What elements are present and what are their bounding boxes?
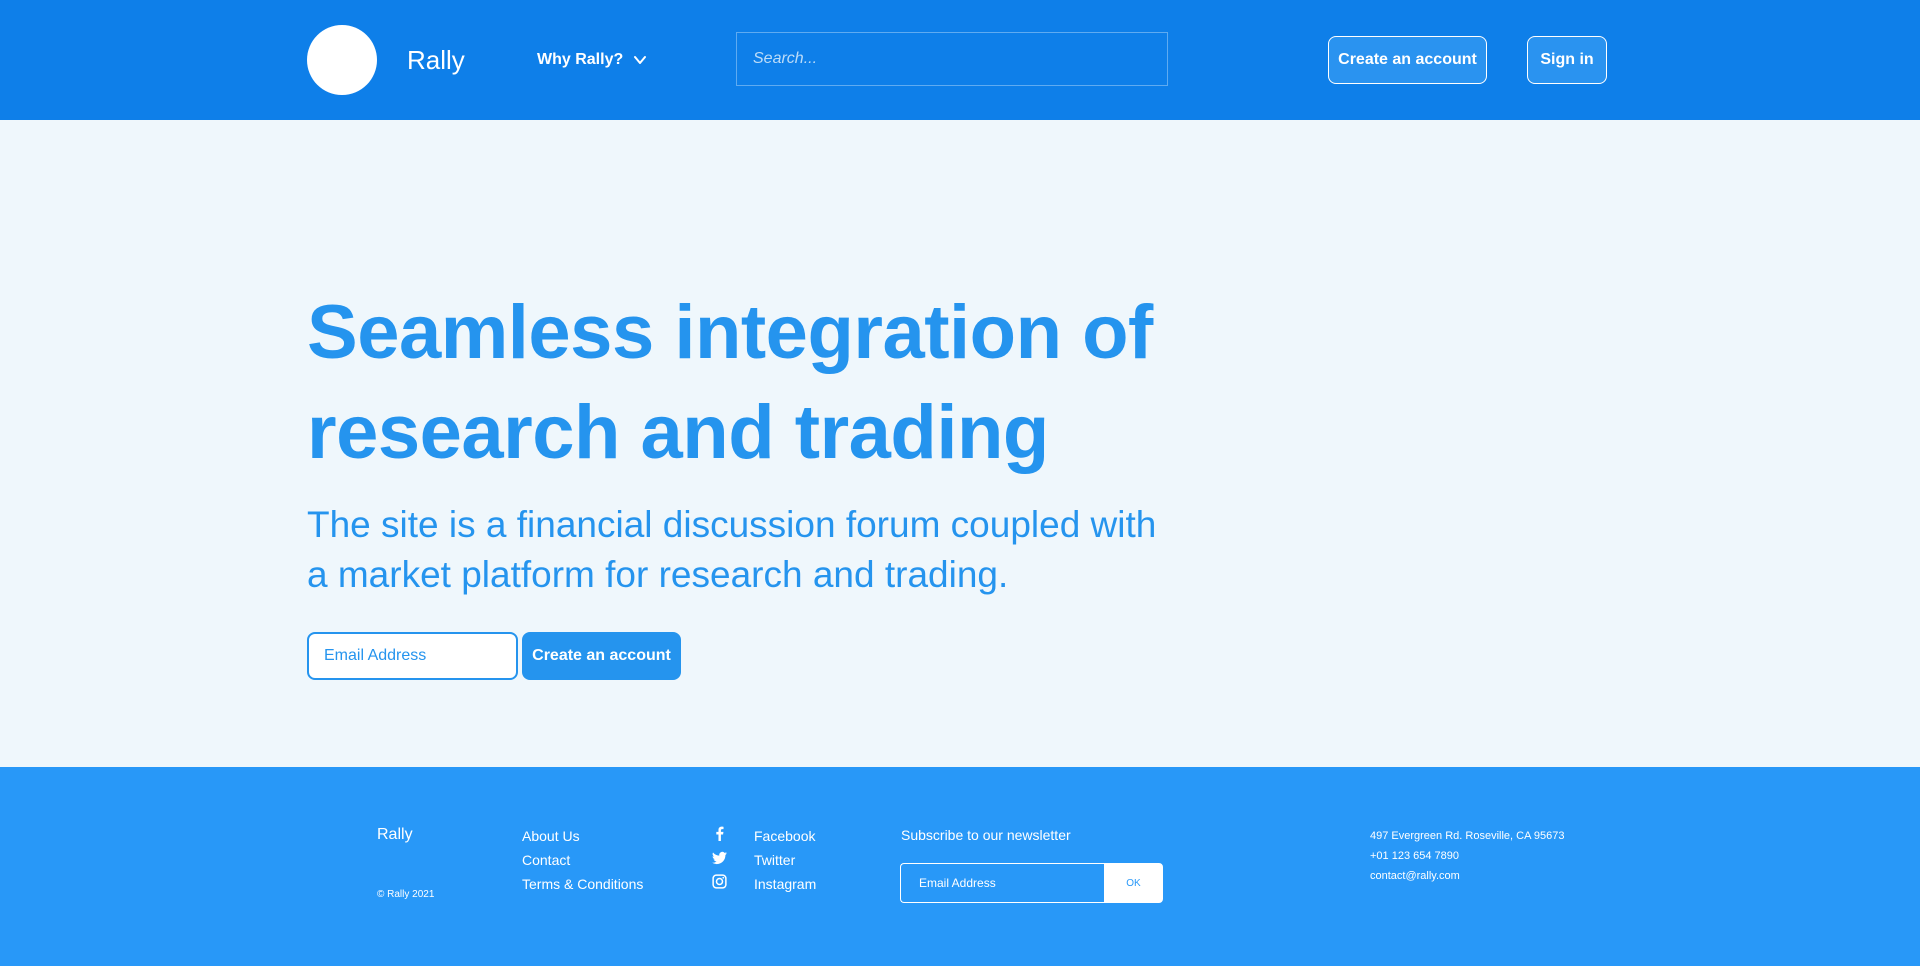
footer-copyright: © Rally 2021 (377, 889, 435, 900)
hero-subtitle: The site is a financial discussion forum… (307, 500, 1207, 600)
newsletter-ok-button[interactable]: OK (1104, 863, 1163, 903)
chevron-down-icon (634, 56, 647, 64)
sign-in-button[interactable]: Sign in (1527, 36, 1607, 84)
search-input[interactable] (736, 32, 1168, 86)
social-link-instagram[interactable]: Instagram (712, 872, 816, 896)
footer-contact: 497 Evergreen Rd. Roseville, CA 95673 +0… (1370, 826, 1564, 886)
newsletter-email-input[interactable] (900, 863, 1104, 903)
hero-title-line: research and trading (307, 390, 1049, 475)
social-label: Twitter (754, 852, 796, 868)
social-link-facebook[interactable]: Facebook (712, 824, 816, 848)
contact-address: 497 Evergreen Rd. Roseville, CA 95673 (1370, 830, 1565, 842)
create-account-button[interactable]: Create an account (1328, 36, 1487, 84)
footer-links: About Us Contact Terms & Conditions (522, 824, 643, 896)
contact-phone: +01 123 654 7890 (1370, 850, 1460, 862)
footer-link-contact[interactable]: Contact (522, 848, 643, 872)
hero-email-input[interactable] (307, 632, 518, 680)
why-rally-dropdown[interactable]: Why Rally? (537, 48, 647, 72)
footer: Rally © Rally 2021 About Us Contact Term… (0, 767, 1920, 966)
footer-link-about[interactable]: About Us (522, 824, 643, 848)
footer-link-terms[interactable]: Terms & Conditions (522, 872, 643, 896)
why-rally-label: Why Rally? (537, 51, 624, 68)
hero-title-line: Seamless integration of (307, 290, 1153, 375)
instagram-icon (712, 872, 734, 896)
hero-title: Seamless integration of research and tra… (307, 283, 1207, 483)
hero-subtitle-line: The site is a financial discussion forum… (307, 504, 1157, 545)
contact-email[interactable]: contact@rally.com (1370, 866, 1564, 886)
footer-brand: Rally (377, 826, 413, 843)
social-link-twitter[interactable]: Twitter (712, 848, 816, 872)
hero-subtitle-line: a market platform for research and tradi… (307, 554, 1009, 595)
top-nav-bar: Rally Why Rally? Create an account Sign … (0, 0, 1920, 120)
twitter-icon (712, 848, 734, 872)
logo[interactable] (307, 25, 377, 95)
brand-name[interactable]: Rally (407, 44, 465, 76)
social-label: Instagram (754, 876, 817, 892)
newsletter-label: Subscribe to our newsletter (901, 827, 1071, 843)
hero-create-account-button[interactable]: Create an account (522, 632, 681, 680)
facebook-icon (712, 824, 734, 848)
social-label: Facebook (754, 828, 816, 844)
footer-social: Facebook Twitter Instagram (712, 824, 816, 896)
